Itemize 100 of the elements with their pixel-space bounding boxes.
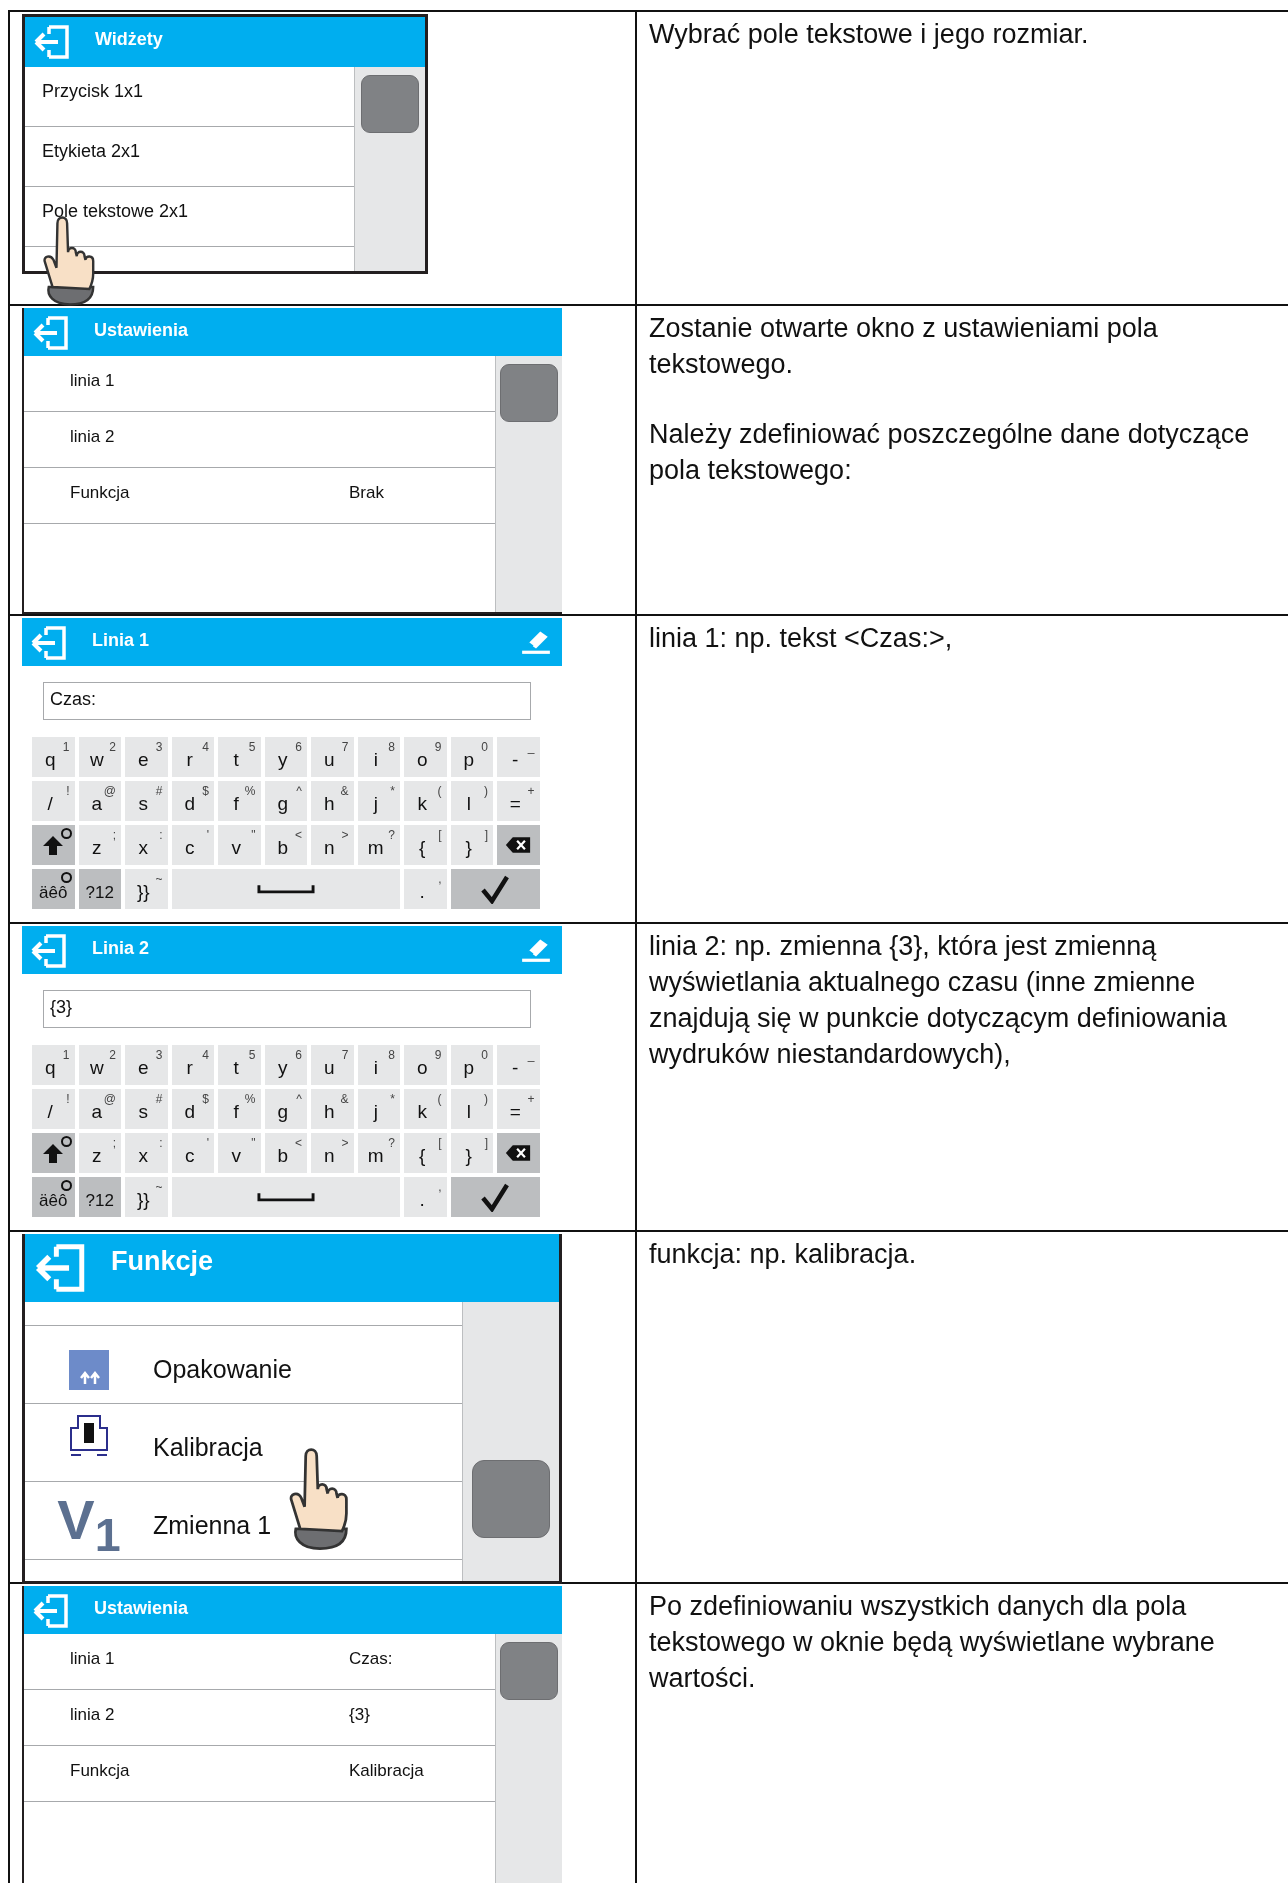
key[interactable]: / !	[32, 781, 75, 821]
text-field[interactable]: Czas:	[43, 682, 531, 720]
key[interactable]: v "	[218, 825, 261, 865]
key[interactable]: l )	[450, 1089, 493, 1129]
key[interactable]: r 4	[171, 1045, 214, 1085]
key[interactable]: q 1	[32, 1045, 75, 1085]
key[interactable]: g ^	[264, 1089, 307, 1129]
key[interactable]: t 5	[218, 1045, 261, 1085]
setting-label: linia 2	[69, 426, 116, 447]
key[interactable]: { [	[404, 1133, 447, 1173]
key[interactable]: }} ~	[125, 1177, 168, 1217]
menu-item[interactable]: Opakowanie	[25, 1326, 462, 1404]
key[interactable]: k (	[404, 781, 447, 821]
key[interactable]: { [	[404, 825, 447, 865]
key[interactable]: t 5	[218, 737, 261, 777]
key[interactable]: } ]	[450, 825, 493, 865]
description-text: Należy zdefiniować poszczególne dane dotyczące pola tekstowego:	[649, 418, 1251, 487]
key[interactable]: - _	[497, 737, 540, 777]
scrollbar-thumb[interactable]	[472, 1460, 550, 1538]
key[interactable]: p 0	[450, 1045, 493, 1085]
key[interactable]: w 2	[78, 1045, 121, 1085]
key[interactable]: w 2	[78, 737, 121, 777]
key[interactable]: o 9	[404, 1045, 447, 1085]
key[interactable]: u 7	[311, 1045, 354, 1085]
key[interactable]: m ?	[357, 825, 400, 865]
key[interactable]: z ;	[78, 825, 121, 865]
backspace-key[interactable]	[497, 825, 540, 865]
key[interactable]: y 6	[264, 737, 307, 777]
key[interactable]: . ,	[404, 1177, 447, 1217]
key[interactable]: a @	[78, 1089, 121, 1129]
description-text: Po zdefiniowaniu wszystkich danych dla pola tekstowego w oknie będą wyświetlane wybrane wartości.	[649, 1590, 1216, 1695]
key[interactable]: }} ~	[125, 869, 168, 909]
key[interactable]: - _	[497, 1045, 540, 1085]
screen-title: Linia 2	[92, 938, 149, 959]
enter-key[interactable]	[450, 869, 540, 909]
key[interactable]: l )	[450, 781, 493, 821]
description-text: Zostanie otwarte okno z ustawieniami pola tekstowego.	[649, 312, 1159, 381]
setting-label: linia 1	[69, 370, 116, 391]
backspace-key[interactable]	[497, 1133, 540, 1173]
key[interactable]: i 8	[357, 737, 400, 777]
key[interactable]: c '	[171, 825, 214, 865]
key[interactable]: b <	[264, 1133, 307, 1173]
key[interactable]: z ;	[78, 1133, 121, 1173]
mode-key[interactable]: ?12	[78, 1177, 121, 1217]
key[interactable]: f %	[218, 1089, 261, 1129]
key[interactable]: n >	[311, 1133, 354, 1173]
enter-key[interactable]	[450, 1177, 540, 1217]
key[interactable]: . ,	[404, 869, 447, 909]
key[interactable]: } ]	[450, 1133, 493, 1173]
scrollbar-thumb[interactable]	[500, 1642, 558, 1700]
key[interactable]: k (	[404, 1089, 447, 1129]
space-key[interactable]	[171, 869, 400, 909]
space-key[interactable]	[171, 1177, 400, 1217]
key[interactable]: s #	[125, 1089, 168, 1129]
mode-key[interactable]: äêô	[32, 1177, 75, 1217]
key[interactable]: x :	[125, 1133, 168, 1173]
key[interactable]: n >	[311, 825, 354, 865]
key[interactable]: f %	[218, 781, 261, 821]
key[interactable]: = +	[497, 781, 540, 821]
scrollbar[interactable]	[462, 1302, 559, 1581]
key[interactable]: a @	[78, 781, 121, 821]
key[interactable]: v "	[218, 1133, 261, 1173]
scrollbar[interactable]	[495, 356, 562, 612]
key[interactable]: g ^	[264, 781, 307, 821]
key[interactable]: d $	[171, 781, 214, 821]
mode-key[interactable]: äêô	[32, 869, 75, 909]
key[interactable]: e 3	[125, 1045, 168, 1085]
key[interactable]: u 7	[311, 737, 354, 777]
setting-value: {3}	[349, 1704, 370, 1725]
key[interactable]: / !	[32, 1089, 75, 1129]
key[interactable]: b <	[264, 825, 307, 865]
key[interactable]: j *	[357, 781, 400, 821]
scrollbar-thumb[interactable]	[500, 364, 558, 422]
key[interactable]: j *	[357, 1089, 400, 1129]
shift-key[interactable]	[32, 1133, 75, 1173]
scrollbar[interactable]	[495, 1634, 562, 1883]
mode-key[interactable]: ?12	[78, 869, 121, 909]
space-bar-icon	[256, 1192, 315, 1202]
key[interactable]: y 6	[264, 1045, 307, 1085]
shift-key[interactable]	[32, 825, 75, 865]
key[interactable]: x :	[125, 825, 168, 865]
key[interactable]: s #	[125, 781, 168, 821]
setting-value: Brak	[349, 482, 384, 503]
box-icon	[69, 1349, 109, 1390]
key[interactable]: q 1	[32, 737, 75, 777]
scrollbar[interactable]	[354, 67, 425, 271]
key[interactable]: p 0	[450, 737, 493, 777]
key[interactable]: m ?	[357, 1133, 400, 1173]
key[interactable]: i 8	[357, 1045, 400, 1085]
key[interactable]: = +	[497, 1089, 540, 1129]
key[interactable]: o 9	[404, 737, 447, 777]
key[interactable]: e 3	[125, 737, 168, 777]
key[interactable]: c '	[171, 1133, 214, 1173]
key[interactable]: d $	[171, 1089, 214, 1129]
key[interactable]: h &	[311, 781, 354, 821]
scrollbar-thumb[interactable]	[361, 75, 419, 133]
key[interactable]: h &	[311, 1089, 354, 1129]
key[interactable]: r 4	[171, 737, 214, 777]
setting-label: linia 2	[69, 1704, 116, 1725]
text-field[interactable]: {3}	[43, 990, 531, 1028]
